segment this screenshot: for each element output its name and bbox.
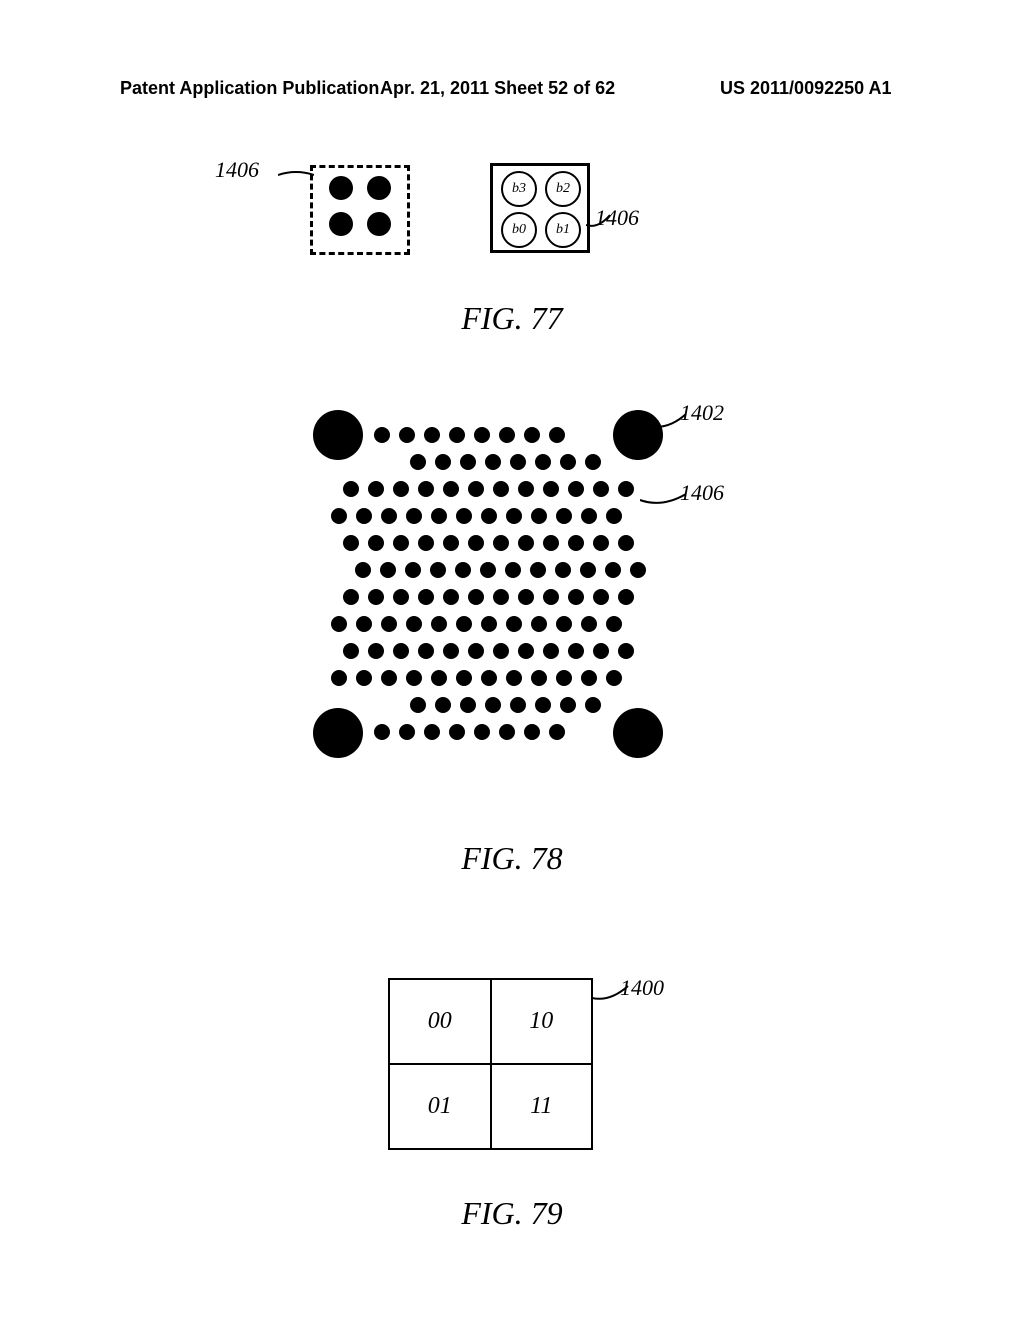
figure-78 (272, 405, 752, 765)
header-right: US 2011/0092250 A1 (720, 78, 891, 99)
label-1406-left: 1406 (215, 157, 259, 183)
header-center: Apr. 21, 2011 Sheet 52 of 62 (380, 78, 615, 99)
dot-tl (329, 176, 353, 200)
fig78-caption: FIG. 78 (0, 840, 1024, 877)
dot-tr (367, 176, 391, 200)
fig79-table: 00 10 01 11 (388, 978, 593, 1150)
dot-br (367, 212, 391, 236)
circle-b3: b3 (501, 171, 537, 207)
target-bl (313, 708, 363, 758)
fig77-solid-box: b3 b2 b0 b1 (490, 163, 590, 253)
fig77-caption: FIG. 77 (0, 300, 1024, 337)
target-br (613, 708, 663, 758)
cell-10: 10 (491, 979, 593, 1064)
fig78-svg (272, 405, 752, 765)
label-1402: 1402 (680, 400, 724, 426)
data-dots (331, 427, 646, 740)
fig77-dashed-box (310, 165, 410, 255)
circle-b0: b0 (501, 212, 537, 248)
circle-b1: b1 (545, 212, 581, 248)
fig79-caption: FIG. 79 (0, 1195, 1024, 1232)
cell-11: 11 (491, 1064, 593, 1149)
leader-line-left (278, 169, 314, 181)
header-left: Patent Application Publication (120, 78, 379, 99)
label-1406-right: 1406 (595, 205, 639, 231)
cell-01: 01 (389, 1064, 491, 1149)
label-1400: 1400 (620, 975, 664, 1001)
figure-77: 1406 b3 b2 b0 b1 1406 (0, 155, 1024, 275)
target-tl (313, 410, 363, 460)
dot-bl (329, 212, 353, 236)
label-1406-fig78: 1406 (680, 480, 724, 506)
cell-00: 00 (389, 979, 491, 1064)
figure-79: 00 10 01 11 (388, 978, 593, 1150)
circle-b2: b2 (545, 171, 581, 207)
